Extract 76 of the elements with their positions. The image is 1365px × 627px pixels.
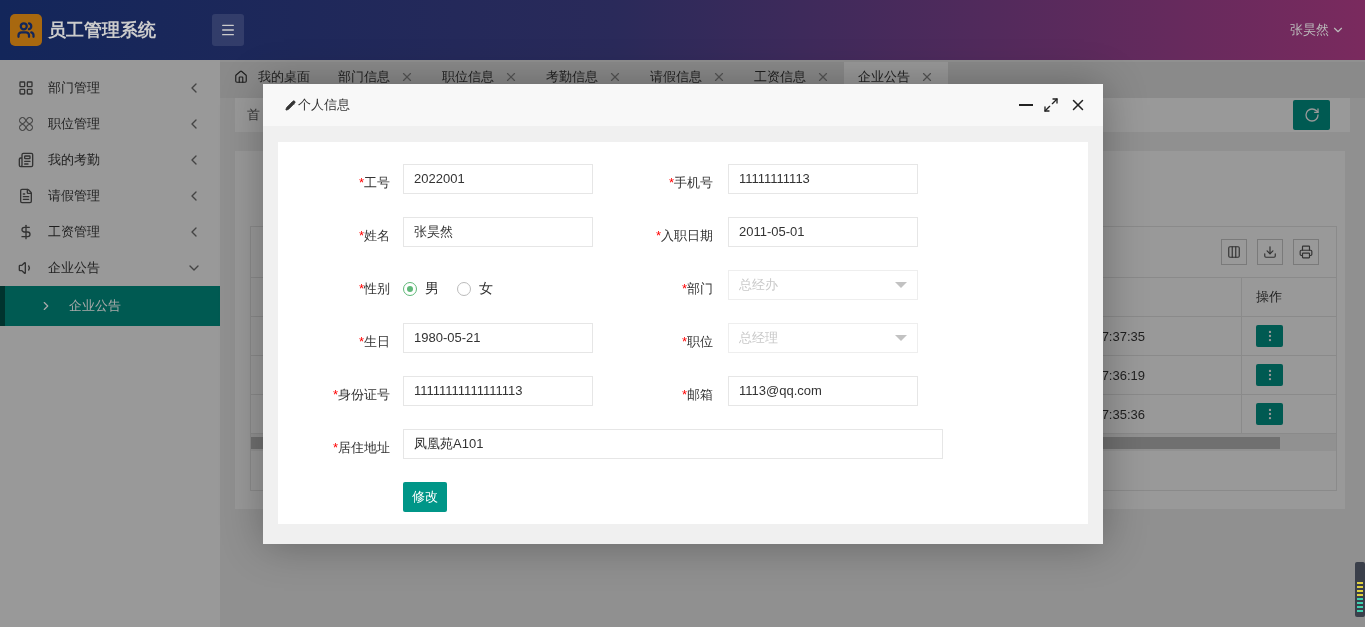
dialog-title: 个人信息 — [298, 96, 350, 114]
circles-icon — [18, 116, 34, 132]
text-field[interactable]: 11111111111111113 — [403, 375, 593, 406]
menu-item-icon — [18, 152, 34, 168]
tab[interactable]: 请假信息 — [636, 62, 740, 98]
close-icon[interactable] — [712, 70, 726, 84]
app-title: 员工管理系统 — [48, 19, 157, 42]
logo-icon — [10, 14, 42, 46]
table-cell: 7:36:19 — [1101, 367, 1145, 383]
tab[interactable]: 职位信息 — [428, 62, 532, 98]
field-label: *居住地址 — [331, 438, 390, 457]
more-button[interactable] — [1256, 364, 1283, 386]
sidebar-item[interactable]: 职位管理 — [0, 106, 220, 142]
text-field[interactable]: 11111111113 — [728, 163, 918, 194]
text-field[interactable]: 2022001 — [403, 163, 593, 194]
tab[interactable]: 我的桌面 — [220, 62, 324, 98]
field-label: *性别 — [357, 279, 390, 298]
field-label: *职位 — [680, 332, 713, 351]
menu-item-icon — [18, 224, 34, 240]
sidebar-item[interactable]: 请假管理 — [0, 178, 220, 214]
export-button[interactable] — [1257, 239, 1283, 265]
user-menu[interactable]: 张昊然 — [1290, 21, 1345, 39]
field-label: *邮箱 — [680, 385, 713, 404]
close-icon[interactable] — [400, 70, 414, 84]
caret-icon — [895, 281, 907, 288]
maximize-button[interactable] — [1043, 96, 1059, 114]
sidebar-subitem[interactable]: 企业公告 — [0, 286, 220, 326]
menu-item-icon — [18, 80, 34, 96]
radio-option[interactable]: 男 — [403, 279, 439, 298]
field-label: *生日 — [357, 332, 390, 351]
menu-button[interactable] — [212, 14, 244, 46]
more-button[interactable] — [1256, 325, 1283, 347]
columns-icon — [1227, 245, 1241, 259]
more-button[interactable] — [1256, 403, 1283, 425]
printer-icon — [1299, 245, 1313, 259]
text-field[interactable]: 1113@qq.com — [728, 375, 918, 406]
field-label: *部门 — [680, 279, 713, 298]
level-meter-icon — [1355, 562, 1365, 617]
columns-button[interactable] — [1221, 239, 1247, 265]
menu-icon — [220, 22, 236, 38]
close-icon[interactable] — [608, 70, 622, 84]
tab[interactable]: 工资信息 — [740, 62, 844, 98]
tab[interactable]: 部门信息 — [324, 62, 428, 98]
pencil-icon — [285, 99, 296, 111]
sidebar-item[interactable]: 工资管理 — [0, 214, 220, 250]
caret-icon — [895, 334, 907, 341]
refresh-icon — [1303, 107, 1320, 123]
breadcrumb[interactable]: 首 — [247, 106, 260, 124]
text-field[interactable]: 凤凰苑A101 — [403, 428, 943, 459]
close-icon[interactable] — [504, 70, 518, 84]
submit-button[interactable]: 修改 — [403, 482, 447, 512]
column-header: 操作 — [1241, 278, 1336, 316]
table-cell: 7:37:35 — [1101, 328, 1145, 344]
field-label: *姓名 — [357, 226, 390, 245]
field-label: *工号 — [357, 173, 390, 192]
text-field[interactable]: 张昊然 — [403, 216, 593, 247]
sidebar-item[interactable]: 企业公告 — [0, 250, 220, 286]
refresh-button[interactable] — [1293, 100, 1330, 130]
download-icon — [1263, 245, 1277, 259]
close-icon[interactable] — [920, 70, 934, 84]
field-label: *身份证号 — [331, 385, 390, 404]
radio-option[interactable]: 女 — [457, 279, 493, 298]
text-field[interactable]: 2011-05-01 — [728, 216, 918, 247]
sidebar-item[interactable]: 我的考勤 — [0, 142, 220, 178]
tab[interactable]: 考勤信息 — [532, 62, 636, 98]
print-button[interactable] — [1293, 239, 1319, 265]
close-icon[interactable] — [816, 70, 830, 84]
maximize-icon — [1043, 97, 1059, 113]
home-icon — [234, 70, 248, 84]
minimize-icon — [1019, 104, 1033, 106]
field-label: *入职日期 — [654, 226, 713, 245]
sidebar-item[interactable]: 部门管理 — [0, 70, 220, 106]
text-field[interactable]: 1980-05-21 — [403, 322, 593, 353]
menu-item-icon — [18, 188, 34, 204]
table-cell: 7:35:36 — [1101, 406, 1145, 422]
field-label: *手机号 — [667, 173, 713, 192]
